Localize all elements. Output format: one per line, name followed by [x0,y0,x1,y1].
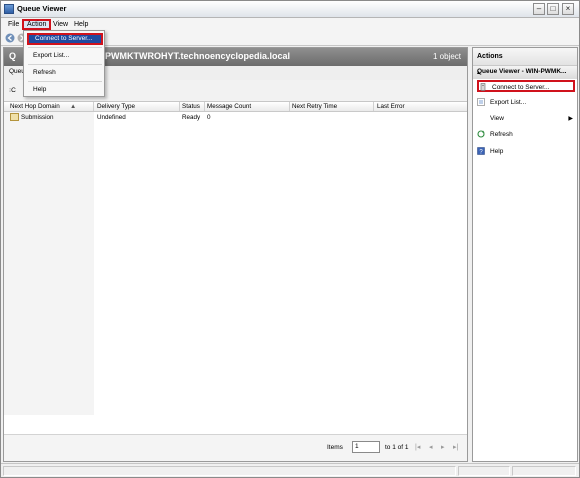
action-refresh[interactable]: Refresh [477,129,575,141]
maximize-button[interactable]: □ [547,3,559,15]
export-list-icon [477,98,485,106]
column-delivery-type[interactable]: Delivery Type [97,103,135,110]
queue-icon [10,113,19,121]
menu-view[interactable]: View [50,19,71,30]
back-arrow-icon[interactable] [5,33,15,43]
status-bar-main [3,466,456,476]
queue-list-pane: Q PWMKTWROHYT.technoencyclopedia.local 1… [3,47,468,462]
status-bar [1,463,579,477]
first-page-icon[interactable]: |◂ [415,443,420,451]
cell-message-count: 0 [207,114,211,121]
column-headers: Next Hop Domain ▲ Delivery Type Status M… [4,102,467,112]
action-label: Help [490,148,504,155]
sort-ascending-icon: ▲ [70,103,77,110]
queue-viewer-app-icon [4,4,14,14]
column-message-count[interactable]: Message Count [207,103,251,110]
object-count: 1 object [432,52,461,61]
action-help[interactable]: ? Help [477,146,575,158]
menu-item-connect-to-server[interactable]: Connect to Server... [27,33,103,45]
menu-separator [28,47,102,48]
table-row[interactable]: Submission Undefined Ready 0 [4,113,467,123]
actions-pane: Actions Queue Viewer - WIN-PWMK... ▴ Con… [472,47,578,462]
create-filter-button[interactable]: ⁝C [9,86,16,94]
status-bar-panel-2 [512,466,576,476]
next-page-icon[interactable]: ▸ [441,443,445,451]
action-label: View [490,115,504,122]
title-bar: Queue Viewer – □ × [1,1,579,18]
sorted-column-shade [4,112,94,415]
minimize-button[interactable]: – [533,3,545,15]
submenu-arrow-icon: ▶ [568,116,573,122]
menu-item-export-list[interactable]: Export List... [27,50,103,62]
action-export-list[interactable]: Export List... [477,97,575,109]
page-range-label: to 1 of 1 [385,444,409,451]
cell-next-hop-domain: Submission [21,114,54,121]
action-label: Export List... [490,99,527,106]
connect-server-icon [480,83,486,91]
close-button[interactable]: × [562,3,574,15]
action-menu-dropdown: Connect to Server... Export List... Refr… [23,30,105,97]
create-filter-label: C [11,87,16,94]
menu-item-refresh[interactable]: Refresh [27,67,103,79]
action-connect-to-server[interactable]: Connect to Server... [477,80,575,92]
column-next-retry-time[interactable]: Next Retry Time [292,103,337,110]
content-title-prefix: Q [9,51,17,61]
content-title: PWMKTWROHYT.technoencyclopedia.local [105,51,291,61]
action-label: Refresh [490,131,513,138]
cell-status: Ready [182,114,201,121]
menu-separator [28,64,102,65]
previous-page-icon[interactable]: ◂ [429,443,433,451]
page-input[interactable]: 1 [352,441,380,453]
menu-separator [28,81,102,82]
refresh-icon [477,130,485,138]
status-bar-panel-1 [458,466,510,476]
last-page-icon[interactable]: ▸| [453,443,458,451]
column-next-hop-domain[interactable]: Next Hop Domain [10,103,60,110]
queue-viewer-window: Queue Viewer – □ × File Action View Help… [0,0,580,478]
actions-section-queue-viewer[interactable]: Queue Viewer - WIN-PWMK... ▴ [473,66,577,79]
menu-help[interactable]: Help [71,19,91,30]
pager: Items 1 to 1 of 1 |◂ ◂ ▸ ▸| [4,434,467,461]
action-view[interactable]: View ▶ [477,113,575,125]
menu-action[interactable]: Action [22,19,52,30]
collapse-icon: ▴ [477,70,481,76]
window-title: Queue Viewer [17,4,67,13]
actions-title: Actions [477,53,503,60]
cell-delivery-type: Undefined [97,114,126,121]
action-label: Connect to Server... [492,84,550,91]
menu-item-help[interactable]: Help [27,84,103,96]
items-label: Items [327,444,343,451]
column-last-error[interactable]: Last Error [377,103,405,110]
menu-file[interactable]: File [5,19,22,30]
actions-header: Actions [473,48,577,66]
help-icon: ? [477,147,485,155]
column-status[interactable]: Status [182,103,200,110]
